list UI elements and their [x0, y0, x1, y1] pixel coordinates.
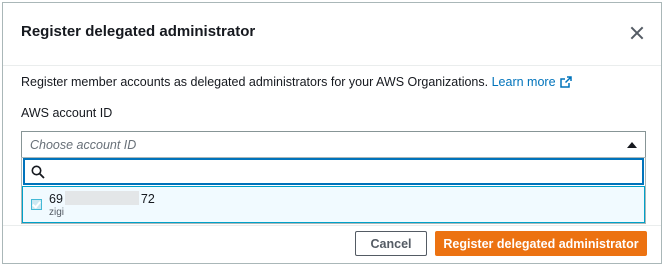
external-link-icon: [559, 76, 572, 88]
caret-up-icon[interactable]: [627, 142, 637, 148]
account-id-select[interactable]: Choose account ID: [21, 131, 646, 157]
description-text: Register member accounts as delegated ad…: [21, 75, 489, 89]
account-id: 69 72: [49, 191, 155, 206]
modal-title: Register delegated administrator: [21, 23, 256, 40]
account-id-label: AWS account ID: [21, 106, 113, 120]
account-option-checkbox[interactable]: [31, 199, 42, 210]
check-icon: [32, 199, 41, 209]
cancel-button[interactable]: Cancel: [355, 231, 427, 256]
learn-more-link[interactable]: Learn more: [492, 75, 572, 89]
account-id-redaction: [64, 191, 139, 205]
modal-header: Register delegated administrator: [3, 3, 661, 66]
select-placeholder: Choose account ID: [30, 138, 137, 152]
account-filter[interactable]: [23, 158, 644, 185]
footer-divider: [3, 225, 661, 226]
close-icon[interactable]: [629, 25, 645, 41]
search-icon: [31, 165, 45, 179]
account-id-prefix: 69: [49, 192, 63, 206]
modal-description: Register member accounts as delegated ad…: [21, 75, 572, 89]
account-option[interactable]: 69 72 zigi: [22, 186, 645, 223]
learn-more-label: Learn more: [491, 75, 556, 89]
register-button[interactable]: Register delegated administrator: [435, 231, 647, 256]
register-delegated-admin-modal: Register delegated administrator Registe…: [2, 2, 662, 264]
account-name: zigi: [49, 207, 65, 218]
account-filter-input[interactable]: [51, 163, 640, 183]
account-dropdown: 69 72 zigi: [21, 157, 646, 224]
account-id-suffix: 72: [140, 192, 155, 206]
